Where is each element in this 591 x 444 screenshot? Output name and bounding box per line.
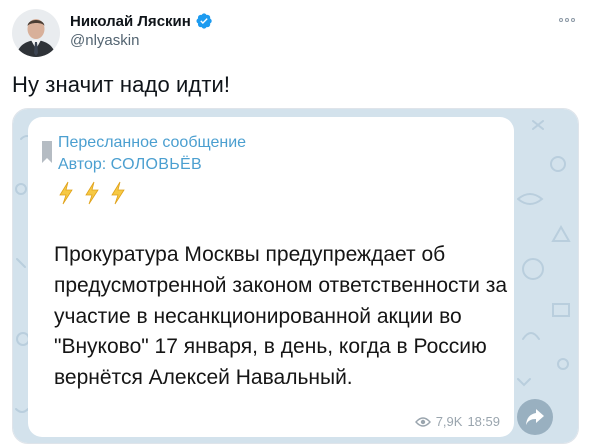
- dot-icon: [565, 18, 569, 22]
- user-handle[interactable]: @nlyaskin: [70, 32, 139, 49]
- author-name: СОЛОВЬЁВ: [110, 156, 203, 173]
- message-time: 18:59: [467, 414, 500, 429]
- lightning-bolts: [58, 181, 126, 205]
- eye-icon: [414, 416, 431, 428]
- lightning-icon: [84, 181, 100, 205]
- tweet-media-image[interactable]: Пересланное сообщение Автор: СОЛОВЬЁВ Пр…: [12, 108, 579, 444]
- lightning-icon: [110, 181, 126, 205]
- bookmark-icon: [42, 141, 52, 163]
- tweet-header: Николай Ляскин @nlyaskin: [12, 8, 579, 58]
- view-count: 7,9K: [435, 414, 463, 429]
- author-prefix: Автор:: [58, 156, 107, 173]
- name-row: Николай Ляскин: [70, 10, 213, 32]
- dot-icon: [559, 18, 563, 22]
- lightning-icon: [58, 181, 74, 205]
- dot-icon: [571, 18, 575, 22]
- share-arrow-icon: [526, 409, 544, 425]
- avatar[interactable]: [12, 9, 60, 57]
- forwarded-author: Автор: СОЛОВЬЁВ: [58, 156, 202, 174]
- tweet-text: Ну значит надо идти!: [12, 72, 231, 97]
- message-body: Прокуратура Москвы предупреждает об пред…: [54, 243, 508, 390]
- share-button[interactable]: [517, 399, 553, 435]
- telegram-message-bubble: Пересланное сообщение Автор: СОЛОВЬЁВ Пр…: [28, 117, 514, 437]
- message-meta: 7,9K 18:59: [414, 414, 500, 429]
- verified-badge-icon: [195, 12, 213, 30]
- forwarded-label: Пересланное сообщение: [58, 134, 247, 151]
- display-name[interactable]: Николай Ляскин: [70, 13, 191, 30]
- more-options-icon[interactable]: [555, 12, 579, 28]
